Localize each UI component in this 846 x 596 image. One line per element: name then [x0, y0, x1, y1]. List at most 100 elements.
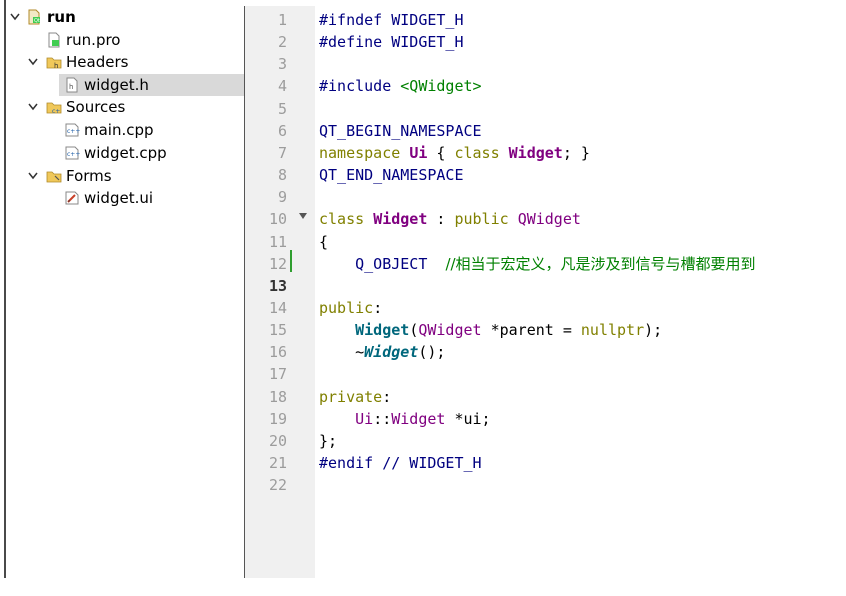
line-number: 8 — [277, 166, 287, 185]
code-token: :: — [373, 409, 392, 428]
code-token: Widget — [364, 343, 419, 362]
code-token: Widget — [373, 210, 428, 229]
code-token: Ui — [355, 409, 374, 428]
pro-file-icon — [46, 32, 62, 48]
code-line[interactable]: #endif // WIDGET_H — [319, 452, 482, 474]
line-number: 13 — [268, 276, 287, 295]
chevron-down-icon[interactable] — [26, 55, 40, 69]
code-line[interactable]: #ifndef WIDGET_H — [319, 9, 464, 31]
code-line[interactable]: QT_BEGIN_NAMESPACE — [319, 120, 482, 142]
tree-item-root[interactable]: Qt run — [6, 6, 244, 28]
code-token: QT_BEGIN_NAMESPACE — [319, 121, 482, 140]
code-token: *parent = — [481, 321, 581, 340]
code-token: ); — [644, 321, 663, 340]
code-line[interactable]: private: — [319, 386, 391, 408]
code-line[interactable]: public: — [319, 297, 382, 319]
code-line[interactable]: #include <QWidget> — [319, 75, 482, 97]
line-number: 17 — [268, 365, 287, 384]
line-number: 2 — [277, 33, 287, 52]
tree-item-forms[interactable]: Forms — [6, 165, 244, 187]
code-token: Widget — [508, 143, 563, 162]
fold-arrow-icon[interactable] — [298, 211, 308, 221]
code-line[interactable]: Widget(QWidget *parent = nullptr); — [319, 319, 662, 341]
code-token: QWidget — [517, 210, 581, 229]
code-line[interactable]: QT_END_NAMESPACE — [319, 164, 464, 186]
chevron-down-icon[interactable] — [26, 169, 40, 183]
line-number: 7 — [277, 143, 287, 162]
code-token: #include — [319, 77, 401, 96]
code-token: Widget — [355, 321, 410, 340]
line-number: 15 — [268, 321, 287, 340]
line-number: 18 — [268, 387, 287, 406]
tree-item-widget-ui[interactable]: widget.ui — [6, 187, 244, 209]
code-token: }; — [319, 431, 338, 450]
line-number: 9 — [277, 188, 287, 207]
tree-item-label: Sources — [66, 98, 126, 116]
code-token: ; } — [562, 143, 590, 162]
code-token: #define WIDGET_H — [319, 33, 464, 52]
code-token: namespace — [319, 143, 401, 162]
line-number: 1 — [277, 11, 287, 29]
tree-item-label: run — [47, 8, 76, 26]
line-number: 19 — [268, 409, 287, 428]
code-token: private — [319, 387, 383, 406]
tree-item-widget-cpp[interactable]: c++ widget.cpp — [6, 142, 244, 164]
code-token: *ui; — [445, 409, 491, 428]
line-number: 3 — [277, 55, 287, 74]
code-token: Q_OBJECT — [355, 254, 428, 273]
line-number: 12 — [268, 254, 287, 273]
svg-text:c++: c++ — [67, 128, 80, 135]
line-number: 5 — [277, 99, 287, 118]
tree-item-label: widget.h — [84, 76, 149, 94]
code-token: nullptr — [580, 321, 645, 340]
tree-item-widget-h[interactable]: h widget.h — [59, 74, 244, 96]
code-token: class — [319, 210, 365, 229]
svg-text:h: h — [69, 83, 73, 91]
tree-item-label: widget.cpp — [84, 144, 167, 162]
chevron-down-icon[interactable] — [8, 10, 22, 24]
tree-item-label: main.cpp — [84, 121, 154, 139]
tree-item-run-pro[interactable]: run.pro — [6, 29, 244, 51]
svg-text:c++: c++ — [67, 151, 80, 158]
code-token: : — [382, 387, 392, 406]
code-line[interactable]: namespace Ui { class Widget; } — [319, 142, 590, 164]
code-token: ( — [409, 321, 419, 340]
code-line[interactable]: class Widget : public QWidget — [319, 208, 581, 230]
code-line[interactable]: Q_OBJECT //相当于宏定义，凡是涉及到信号与槽都要用到 — [319, 253, 755, 275]
code-line[interactable]: }; — [319, 430, 337, 452]
project-icon: Qt — [26, 9, 42, 25]
project-tree[interactable]: Qt run run.pro h Headers h widget.h c+ S… — [6, 4, 244, 578]
chevron-down-icon[interactable] — [26, 100, 40, 114]
svg-text:c+: c+ — [52, 108, 60, 115]
tree-item-sources[interactable]: c+ Sources — [6, 96, 244, 118]
code-token: class — [454, 143, 500, 162]
line-number: 14 — [268, 298, 287, 317]
change-marker — [290, 250, 292, 272]
code-token: public — [319, 298, 374, 317]
code-token: <QWidget> — [400, 77, 482, 96]
code-token: (); — [418, 343, 446, 362]
code-token: Widget — [391, 409, 446, 428]
code-line[interactable]: #define WIDGET_H — [319, 31, 464, 53]
code-token: #ifndef WIDGET_H — [319, 11, 464, 29]
tree-item-label: Headers — [66, 53, 129, 71]
code-token: { — [319, 232, 329, 251]
cpp-file-icon: c++ — [64, 122, 80, 138]
code-line[interactable]: ~Widget(); — [319, 341, 445, 363]
tree-item-main-cpp[interactable]: c++ main.cpp — [6, 119, 244, 141]
svg-text:Qt: Qt — [34, 18, 40, 24]
code-line[interactable]: { — [319, 231, 328, 253]
code-token: { — [427, 143, 455, 162]
folder-icon: h — [46, 54, 62, 70]
tree-item-headers[interactable]: h Headers — [6, 51, 244, 73]
code-line[interactable]: Ui::Widget *ui; — [319, 408, 491, 430]
folder-icon: c+ — [46, 99, 62, 115]
line-number: 10 — [268, 210, 287, 229]
cpp-file-icon: c++ — [64, 145, 80, 161]
